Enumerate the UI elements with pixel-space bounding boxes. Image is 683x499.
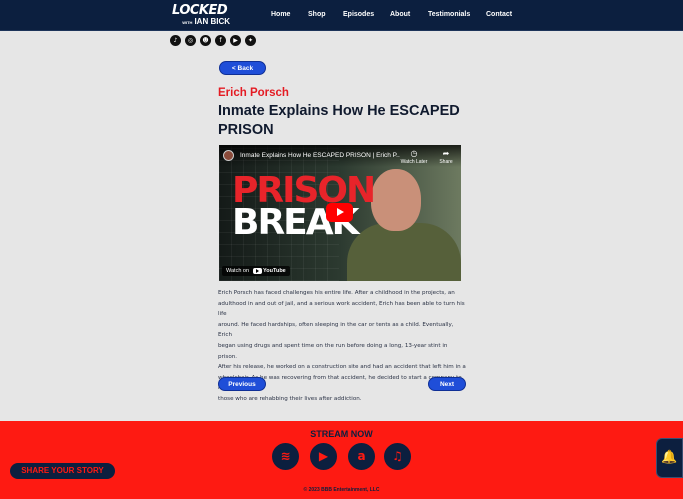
snapchat-icon[interactable]: ☻ bbox=[200, 35, 211, 46]
video-player[interactable]: PRISON BREAK Inmate Explains How He ESCA… bbox=[219, 145, 461, 281]
next-button[interactable]: Next bbox=[428, 377, 466, 391]
watch-later-label: Watch Later bbox=[400, 159, 428, 165]
youtube-icon[interactable]: ▶ bbox=[230, 35, 241, 46]
description-line: adulthood in and out of jail, and a seri… bbox=[218, 300, 465, 318]
spotify-icon[interactable]: ≋ bbox=[272, 443, 299, 470]
description-line: around. He faced hardships, often sleepi… bbox=[218, 321, 454, 339]
nav-contact[interactable]: Contact bbox=[486, 11, 512, 18]
share-button[interactable]: ➦ Share bbox=[431, 149, 461, 165]
video-title[interactable]: Inmate Explains How He ESCAPED PRISON | … bbox=[240, 152, 400, 159]
guest-head bbox=[371, 169, 421, 231]
nav-home[interactable]: Home bbox=[271, 11, 290, 18]
video-title-overlay: Inmate Explains How He ESCAPED PRISON | … bbox=[219, 145, 461, 167]
notification-bell-icon[interactable]: 🔔 bbox=[656, 438, 683, 478]
watch-later-button[interactable]: ◷ Watch Later bbox=[399, 149, 429, 165]
copyright-text: © 2023 BBB Entertainment, LLC bbox=[303, 487, 380, 493]
description-line: those who are rehabbing their lives afte… bbox=[218, 395, 362, 402]
youtube-logo-icon bbox=[253, 268, 263, 274]
nav-testimonials[interactable]: Testimonials bbox=[428, 11, 470, 18]
episode-title: Inmate Explains How He ESCAPED PRISON bbox=[218, 103, 460, 138]
apple-music-icon[interactable]: ♫ bbox=[384, 443, 411, 470]
guest-shirt bbox=[347, 223, 461, 281]
logo-main-text: LOCKED bbox=[172, 3, 228, 18]
tiktok-icon[interactable]: ♪ bbox=[170, 35, 181, 46]
back-button[interactable]: < Back bbox=[219, 61, 266, 75]
footer: STREAM NOW ≋ ▶ a ♫ © 2023 BBB Entertainm… bbox=[0, 421, 683, 499]
instagram-icon[interactable]: ◎ bbox=[185, 35, 196, 46]
site-logo[interactable]: LOCKED WITH IAN BICK bbox=[172, 4, 230, 27]
twitter-icon[interactable]: ✦ bbox=[245, 35, 256, 46]
channel-avatar[interactable] bbox=[223, 150, 234, 161]
nav-episodes[interactable]: Episodes bbox=[343, 11, 374, 18]
description-line: Erich Porsch has faced challenges his en… bbox=[218, 290, 455, 296]
youtube-wordmark: YouTube bbox=[263, 268, 286, 274]
nav-about[interactable]: About bbox=[390, 11, 410, 18]
youtube-icon[interactable]: ▶ bbox=[310, 443, 337, 470]
logo-with-text: WITH bbox=[182, 20, 193, 25]
top-navigation-bar: LOCKED WITH IAN BICK Home Shop Episodes A… bbox=[0, 0, 683, 31]
amazon-icon[interactable]: a bbox=[348, 443, 375, 470]
description-line: After his release, he worked on a constr… bbox=[218, 364, 466, 371]
description-line: began using drugs and spent time on the … bbox=[218, 342, 448, 360]
stream-now-heading: STREAM NOW bbox=[310, 429, 373, 439]
share-your-story-button[interactable]: SHARE YOUR STORY bbox=[10, 463, 115, 479]
previous-button[interactable]: Previous bbox=[218, 377, 266, 391]
social-links: ♪ ◎ ☻ f ▶ ✦ bbox=[170, 35, 256, 46]
watch-on-label: Watch on bbox=[226, 268, 250, 274]
watch-on-youtube-link[interactable]: Watch on YouTube bbox=[222, 266, 290, 276]
guest-name: Erich Porsch bbox=[218, 87, 289, 99]
clock-icon: ◷ bbox=[410, 149, 418, 158]
logo-host-name: IAN BICK bbox=[194, 17, 230, 26]
play-icon[interactable] bbox=[326, 203, 353, 222]
facebook-icon[interactable]: f bbox=[215, 35, 226, 46]
logo-sub-text: WITH IAN BICK bbox=[172, 18, 230, 27]
share-icon: ➦ bbox=[442, 149, 450, 158]
nav-shop[interactable]: Shop bbox=[308, 11, 326, 18]
share-label: Share bbox=[439, 159, 453, 165]
